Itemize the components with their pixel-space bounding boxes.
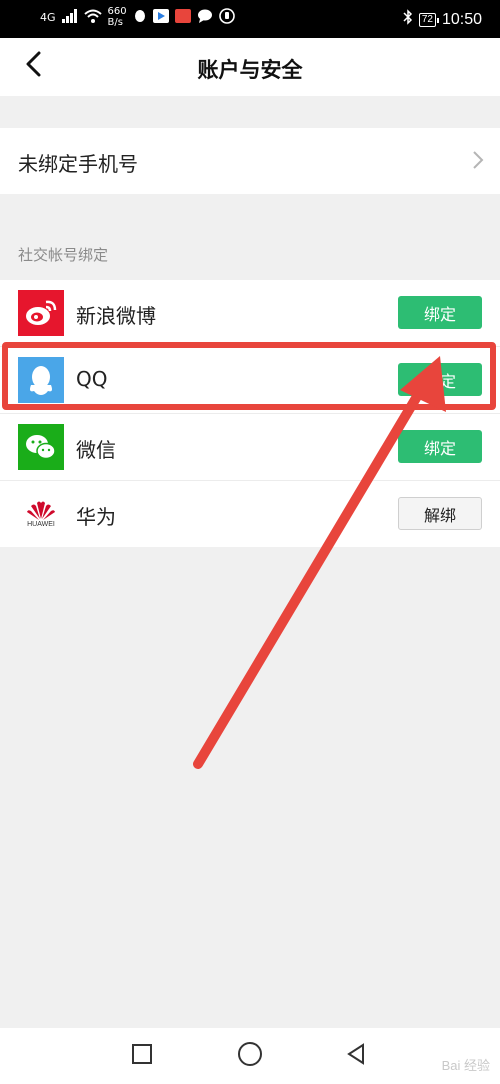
huawei-logo-text: HUAWEI (27, 521, 55, 528)
recents-button[interactable] (128, 1042, 156, 1070)
back-nav-button[interactable] (342, 1042, 370, 1070)
wifi-icon (83, 9, 102, 26)
list-item-wechat: 微信 绑定 (0, 414, 500, 480)
highlight-box (2, 342, 496, 410)
section-label: 社交帐号绑定 (18, 246, 109, 264)
huawei-name: 华为 (76, 505, 116, 529)
watermark: Bai 经验 (441, 1058, 490, 1073)
social-accounts-list: 新浪微博 绑定 QQ 绑定 微信 绑定 HUAWEI 华为 解绑 (0, 280, 500, 547)
speed-value: 660 (107, 6, 127, 17)
clock: 10:50 (441, 10, 482, 28)
network-type: 4G (40, 10, 56, 24)
triangle-back-icon (345, 1043, 367, 1069)
status-bar: 4G 660 B/s 72 10:50 (0, 0, 500, 38)
phone-label: 未绑定手机号 (18, 152, 138, 176)
network-speed: 660 B/s (108, 6, 127, 28)
wechat-icon (18, 424, 64, 470)
list-item-huawei: HUAWEI 华为 解绑 (0, 481, 500, 547)
weibo-icon (18, 290, 64, 336)
unbind-huawei-button[interactable]: 解绑 (398, 497, 482, 530)
bind-weibo-button[interactable]: 绑定 (398, 296, 482, 329)
circle-icon (237, 1041, 263, 1071)
battery-indicator: 72 (418, 12, 440, 27)
signal-icon (61, 8, 78, 26)
bind-wechat-button[interactable]: 绑定 (398, 430, 482, 463)
app-notification-icon (152, 8, 169, 26)
square-icon (131, 1043, 153, 1069)
speed-unit: B/s (107, 17, 123, 28)
home-button[interactable] (236, 1042, 264, 1070)
weibo-name: 新浪微博 (76, 304, 156, 328)
message-notification-icon (197, 9, 213, 26)
status-right: 72 10:50 (403, 9, 482, 30)
chevron-right-icon (472, 150, 484, 174)
hand-notification-icon (218, 7, 235, 27)
phone-binding-row[interactable]: 未绑定手机号 (0, 128, 500, 194)
huawei-icon: HUAWEI (18, 491, 64, 537)
wechat-name: 微信 (76, 438, 116, 462)
system-nav-bar: Bai 经验 (0, 1028, 500, 1084)
page-title: 账户与安全 (197, 58, 303, 82)
red-app-notification-icon (174, 8, 191, 26)
header-bar: 账户与安全 (0, 38, 500, 96)
bluetooth-icon (403, 9, 413, 30)
status-left: 4G 660 B/s (40, 6, 235, 28)
qq-notification-icon (133, 9, 147, 26)
list-item-weibo: 新浪微博 绑定 (0, 280, 500, 346)
